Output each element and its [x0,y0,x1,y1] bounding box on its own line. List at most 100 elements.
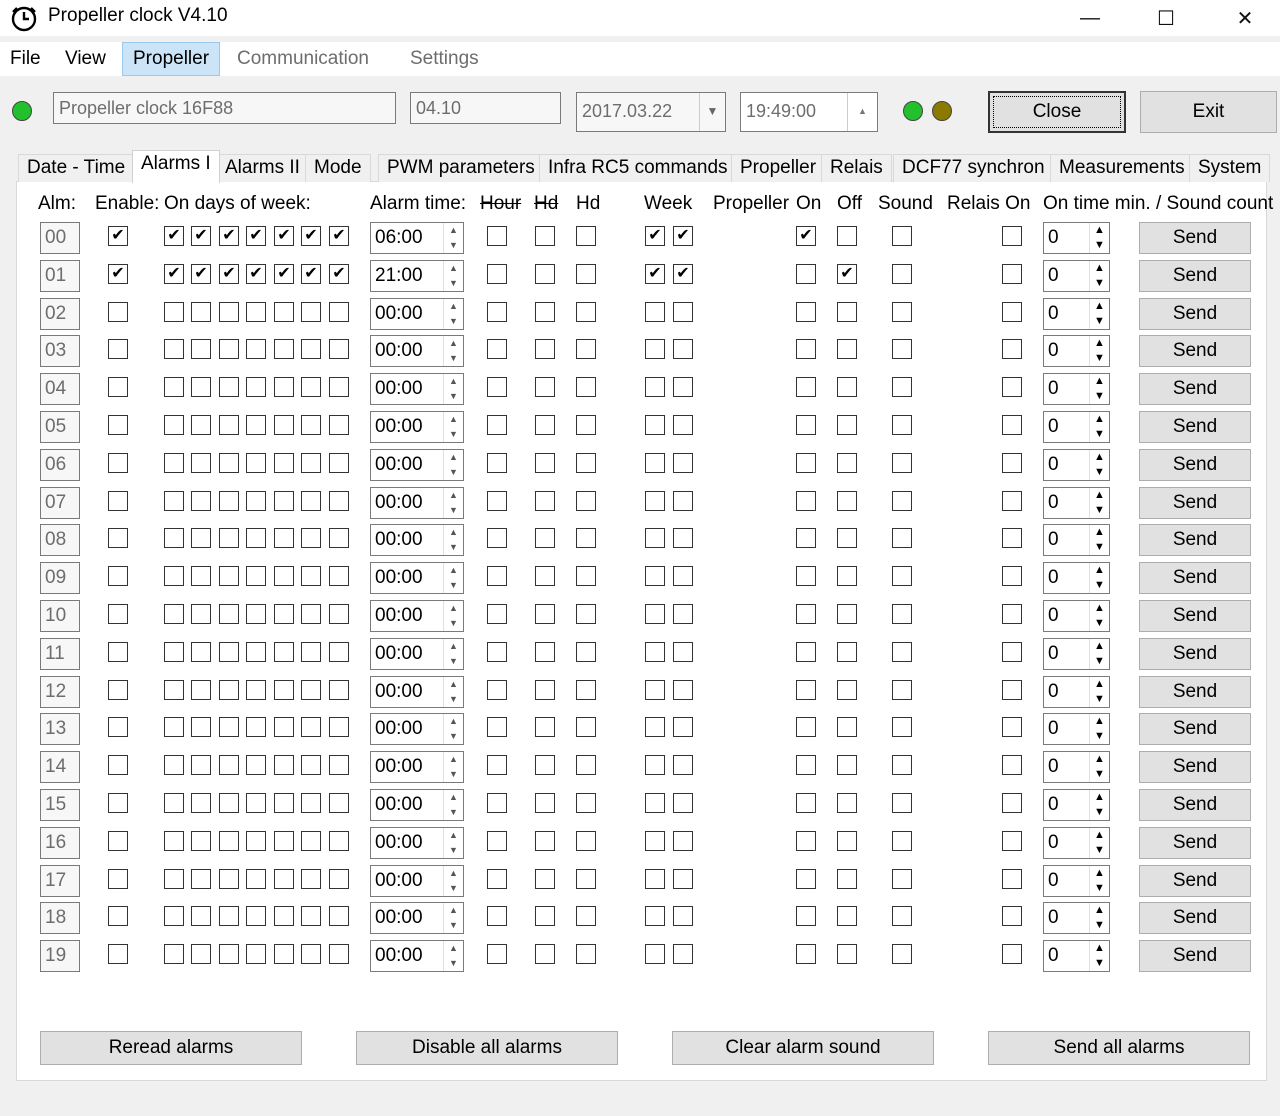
day-checkbox[interactable] [329,453,349,473]
hour-checkbox[interactable] [487,528,507,548]
day-checkbox[interactable] [329,604,349,624]
sound-checkbox[interactable] [892,491,912,511]
day-checkbox[interactable] [191,528,211,548]
send-button[interactable]: Send [1139,298,1251,330]
day-checkbox[interactable] [164,642,184,662]
propeller-off-checkbox[interactable] [837,377,857,397]
menu-view[interactable]: View [55,42,116,76]
on-time-spinner[interactable]: 0 ▲ ▼ [1043,638,1110,670]
day-checkbox[interactable] [274,339,294,359]
spin-arrows-icon[interactable]: ▲ ▼ [443,601,463,631]
day-checkbox[interactable] [164,717,184,737]
send-button[interactable]: Send [1139,600,1251,632]
send-button[interactable]: Send [1139,676,1251,708]
hd-checkbox[interactable] [535,755,555,775]
hd-checkbox[interactable] [576,642,596,662]
close-window-button[interactable]: ✕ [1205,0,1280,36]
propeller-off-checkbox[interactable] [837,869,857,889]
hd-checkbox[interactable] [535,793,555,813]
on-time-spinner[interactable]: 0 ▲ ▼ [1043,902,1110,934]
alarm-time-spinner[interactable]: 00:00 ▲ ▼ [370,638,464,670]
hour-checkbox[interactable] [487,717,507,737]
relais-on-checkbox[interactable] [1002,264,1022,284]
week-checkbox[interactable] [645,755,665,775]
day-checkbox[interactable] [164,377,184,397]
day-checkbox[interactable] [329,415,349,435]
day-checkbox[interactable] [246,642,266,662]
enable-checkbox[interactable] [108,377,128,397]
day-checkbox[interactable] [219,680,239,700]
enable-checkbox[interactable] [108,680,128,700]
sound-checkbox[interactable] [892,339,912,359]
on-time-spinner[interactable]: 0 ▲ ▼ [1043,865,1110,897]
day-checkbox[interactable] [191,944,211,964]
alarm-time-spinner[interactable]: 00:00 ▲ ▼ [370,713,464,745]
hd-checkbox[interactable] [576,717,596,737]
week-checkbox[interactable] [645,604,665,624]
alarm-time-spinner[interactable]: 00:00 ▲ ▼ [370,298,464,330]
spin-arrows-icon[interactable]: ▲ ▼ [443,828,463,858]
day-checkbox[interactable] [191,755,211,775]
relais-on-checkbox[interactable] [1002,906,1022,926]
propeller-off-checkbox[interactable] [837,906,857,926]
week-checkbox[interactable] [673,302,693,322]
day-checkbox[interactable] [329,680,349,700]
hour-checkbox[interactable] [487,264,507,284]
day-checkbox[interactable] [219,491,239,511]
hd-checkbox[interactable] [535,831,555,851]
propeller-on-checkbox[interactable] [796,906,816,926]
sound-checkbox[interactable] [892,604,912,624]
day-checkbox[interactable] [301,717,321,737]
hd-checkbox[interactable] [576,491,596,511]
day-checkbox[interactable] [274,566,294,586]
week-checkbox[interactable] [673,793,693,813]
propeller-on-checkbox[interactable] [796,944,816,964]
send-button[interactable]: Send [1139,373,1251,405]
day-checkbox[interactable] [191,566,211,586]
sound-checkbox[interactable] [892,302,912,322]
day-checkbox[interactable] [246,944,266,964]
day-checkbox[interactable] [164,906,184,926]
send-button[interactable]: Send [1139,222,1251,254]
day-checkbox[interactable] [219,604,239,624]
propeller-on-checkbox[interactable] [796,604,816,624]
day-checkbox[interactable] [301,755,321,775]
spin-arrows-icon[interactable]: ▲ ▼ [1089,714,1109,744]
day-checkbox[interactable] [274,755,294,775]
hour-checkbox[interactable] [487,566,507,586]
day-checkbox[interactable] [219,831,239,851]
hd-checkbox[interactable] [576,906,596,926]
week-checkbox[interactable] [673,755,693,775]
spin-arrows-icon[interactable]: ▲ ▼ [443,677,463,707]
tab-pwm-parameters[interactable]: PWM parameters [378,154,544,182]
tab-mode[interactable]: Mode [305,154,371,182]
relais-on-checkbox[interactable] [1002,377,1022,397]
day-checkbox[interactable] [301,604,321,624]
alarm-time-spinner[interactable]: 00:00 ▲ ▼ [370,865,464,897]
day-checkbox[interactable] [246,793,266,813]
week-checkbox[interactable] [673,717,693,737]
hour-checkbox[interactable] [487,453,507,473]
week-checkbox[interactable] [673,528,693,548]
send-button[interactable]: Send [1139,902,1251,934]
day-checkbox[interactable] [219,566,239,586]
propeller-on-checkbox[interactable] [796,302,816,322]
sound-checkbox[interactable] [892,415,912,435]
enable-checkbox[interactable] [108,302,128,322]
day-checkbox[interactable] [274,680,294,700]
day-checkbox[interactable]: ✔ [164,226,184,246]
spin-arrows-icon[interactable]: ▲ ▼ [1089,374,1109,404]
day-checkbox[interactable] [191,831,211,851]
send-button[interactable]: Send [1139,865,1251,897]
relais-on-checkbox[interactable] [1002,680,1022,700]
sound-checkbox[interactable] [892,717,912,737]
day-checkbox[interactable] [329,642,349,662]
day-checkbox[interactable] [246,528,266,548]
spin-arrows-icon[interactable]: ▲ ▼ [1089,866,1109,896]
propeller-off-checkbox[interactable] [837,415,857,435]
day-checkbox[interactable] [219,869,239,889]
relais-on-checkbox[interactable] [1002,415,1022,435]
week-checkbox[interactable] [645,528,665,548]
spin-arrows-icon[interactable]: ▲ ▼ [1089,941,1109,971]
enable-checkbox[interactable] [108,339,128,359]
